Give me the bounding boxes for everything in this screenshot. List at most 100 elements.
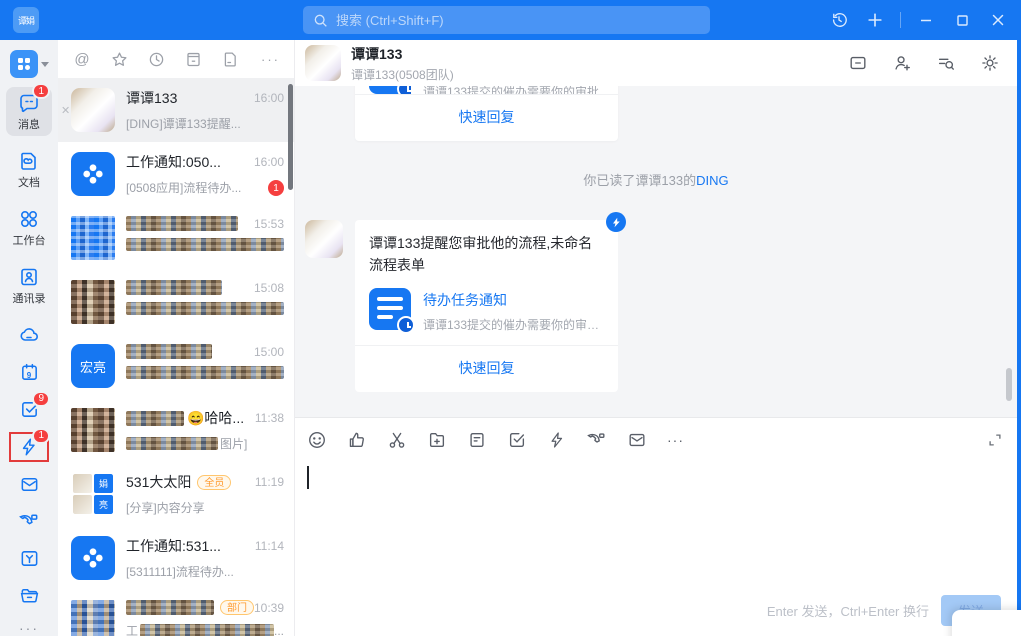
mentions-filter-icon[interactable]: @ — [72, 49, 92, 69]
titlebar-divider — [900, 12, 901, 28]
sidebar-item-ding[interactable]: 1 — [12, 435, 46, 459]
screen-share-icon — [19, 548, 40, 569]
recent-filter-icon[interactable] — [146, 49, 166, 69]
group-avatar-tile — [73, 474, 92, 493]
global-search[interactable] — [303, 6, 710, 34]
folder-icon — [19, 585, 40, 606]
search-history-icon[interactable] — [935, 52, 957, 74]
conversation-row[interactable]: 工作通知:531...11:14 [5311111]流程待办... — [58, 526, 294, 590]
add-member-icon[interactable] — [891, 52, 913, 74]
maximize-button[interactable] — [947, 5, 977, 35]
conversation-preview: [分享]内容分享 — [126, 499, 205, 516]
call-icon[interactable] — [587, 430, 607, 450]
search-input[interactable] — [336, 13, 676, 28]
name-redacted — [126, 344, 212, 359]
conversation-time: 15:00 — [254, 345, 284, 359]
chat-title: 谭谭133 — [351, 44, 454, 64]
close-button[interactable] — [983, 5, 1013, 35]
sidebar-item-docs[interactable]: 文档 — [6, 145, 52, 194]
inbox-filter-icon[interactable] — [183, 49, 203, 69]
conversation-row[interactable]: 😄哈哈...11:38 图片] — [58, 398, 294, 462]
sidebar-more-icon[interactable]: ··· — [19, 620, 39, 636]
chat-panel: 谭谭133 谭谭133(0508团队) — [295, 40, 1017, 636]
quick-reply-button[interactable]: 快速回复 — [355, 345, 618, 392]
starred-filter-icon[interactable] — [109, 49, 129, 69]
sidebar-item-calendar[interactable]: 9 — [12, 360, 46, 384]
filters-more-icon[interactable]: ··· — [261, 52, 280, 67]
quick-reply-button[interactable]: 快速回复 — [355, 94, 618, 141]
clock-icon — [397, 316, 415, 334]
files-filter-icon[interactable] — [220, 49, 240, 69]
ding-link[interactable]: DING — [696, 173, 729, 188]
todo-badge: 9 — [32, 391, 50, 407]
todo-attachment[interactable]: 待办任务通知 谭谭133提交的催办需要你的审批... — [369, 288, 604, 333]
todo-desc: 谭谭133提交的催办需要你的审批... — [423, 316, 604, 333]
conversation-list-panel: @ ··· ✕ 谭谭13316:00 [DING]谭谭133提醒... — [58, 40, 295, 636]
conversation-time: 16:00 — [254, 155, 284, 169]
chat-subtitle: 谭谭133(0508团队) — [351, 66, 454, 83]
history-icon[interactable] — [824, 5, 854, 35]
avatar-text: 宏亮 — [80, 357, 106, 376]
sidebar-item-todo[interactable]: 9 — [12, 398, 46, 422]
screenshot-scissors-icon[interactable] — [387, 430, 407, 450]
conversation-row[interactable]: 工作通知:050...16:00 [0508应用]流程待办... 1 — [58, 142, 294, 206]
chat-header: 谭谭133 谭谭133(0508团队) — [295, 40, 1017, 86]
app-logo-text: 谭娟 — [18, 14, 34, 27]
cloud-icon — [18, 324, 40, 346]
ding-send-icon[interactable] — [547, 430, 567, 450]
sidebar-item-screencast[interactable] — [12, 547, 46, 571]
file-send-icon[interactable] — [427, 430, 447, 450]
conversation-row[interactable]: 15:08 — [58, 270, 294, 334]
new-chat-plus-icon[interactable] — [860, 5, 890, 35]
close-conversation-icon[interactable]: ✕ — [61, 104, 70, 117]
conversation-row[interactable]: 宏亮 15:00 — [58, 334, 294, 398]
message-input[interactable] — [295, 462, 1017, 572]
conversation-preview: ... — [274, 624, 284, 636]
sidebar-item-mail[interactable] — [12, 472, 46, 496]
sidebar-item-contacts[interactable]: 通讯录 — [6, 261, 52, 310]
phone-video-icon — [19, 511, 40, 532]
conversation-row[interactable]: ✕ 谭谭13316:00 [DING]谭谭133提醒... — [58, 78, 294, 142]
emoji-icon[interactable] — [307, 430, 327, 450]
conversation-row[interactable]: 部门10:39 工... — [58, 590, 294, 636]
left-rail: 1 消息 文档 工作台 通讯录 9 9 1 — [0, 40, 58, 636]
conversation-list-scrollbar[interactable] — [288, 84, 293, 190]
mail-send-icon[interactable] — [627, 430, 647, 450]
previous-ding-card[interactable]: 谭谭133提交的催办需要你的审批... 快速回复 — [355, 86, 618, 141]
chat-avatar[interactable] — [305, 45, 341, 81]
todo-task-icon[interactable] — [507, 430, 527, 450]
sidebar-item-messages[interactable]: 1 消息 — [6, 87, 52, 136]
sender-avatar[interactable] — [305, 220, 343, 258]
messages-badge: 1 — [32, 83, 50, 99]
todo-notice-icon — [369, 288, 411, 330]
composer: ··· Enter 发送，Ctrl+Enter 换行 发送 — [295, 417, 1017, 636]
avatar — [71, 88, 115, 132]
minimize-button[interactable] — [911, 5, 941, 35]
expand-composer-icon[interactable] — [985, 430, 1005, 450]
sidebar-item-label: 消息 — [18, 116, 40, 132]
sidebar-item-clouddisk[interactable] — [12, 323, 46, 347]
composer-toolbar: ··· — [295, 418, 1017, 462]
message-area-scrollbar[interactable] — [1006, 368, 1012, 401]
sidebar-item-folder[interactable] — [12, 584, 46, 608]
conversation-row[interactable]: 娟 亮 531大太阳全员11:19 [分享]内容分享 — [58, 462, 294, 526]
settings-gear-icon[interactable] — [979, 52, 1001, 74]
schedule-icon[interactable] — [467, 430, 487, 450]
preview-redacted — [126, 302, 284, 315]
conversation-name: 工作通知:531... — [126, 536, 221, 556]
app-logo[interactable]: 谭娟 — [13, 7, 39, 33]
clock-icon — [397, 86, 411, 94]
group-avatar-tile: 亮 — [94, 495, 113, 514]
ding-message-card[interactable]: 谭谭133提醒您审批他的流程,未命名流程表单 待办任务通知 谭谭133提交的催办… — [355, 220, 618, 392]
avatar-redacted — [71, 216, 115, 260]
contacts-icon — [18, 266, 40, 288]
name-redacted — [126, 600, 214, 615]
archive-folder-icon[interactable] — [847, 52, 869, 74]
sidebar-item-calls[interactable] — [12, 509, 46, 533]
sidebar-item-workbench[interactable]: 工作台 — [6, 203, 52, 252]
workspace-switcher[interactable] — [10, 50, 49, 78]
conversation-row[interactable]: 15:53 — [58, 206, 294, 270]
toolbar-more-icon[interactable]: ··· — [667, 432, 684, 448]
app-popup[interactable]: 应用 — [952, 610, 1021, 636]
thumbs-up-icon[interactable] — [347, 430, 367, 450]
